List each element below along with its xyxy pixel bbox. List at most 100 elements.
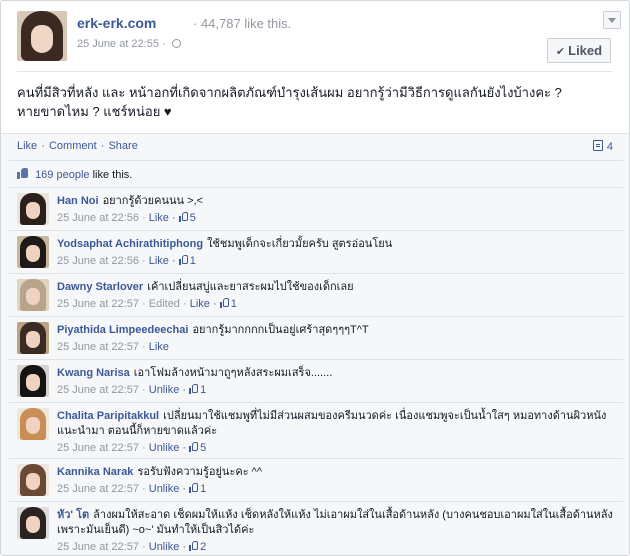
- comment-meta: 25 June at 22:57 · Unlike · 1: [57, 383, 617, 398]
- post-meta: 25 June at 22:55 ·: [77, 38, 181, 50]
- commenter-name-link[interactable]: Kannika Narak: [57, 466, 133, 478]
- comment-like-count[interactable]: · 5: [172, 212, 196, 224]
- comment-item: Yodsaphat Achirathitiphong ใช้ชมพูเด็กจะเ…: [9, 230, 623, 273]
- comment-count-value: 4: [606, 141, 613, 153]
- page-name-link[interactable]: erk-erk.com: [77, 15, 156, 31]
- comment-item: หัว' โต ล้างผมให้สะอาด เช็ดผมให้แห้ง เช็ด…: [9, 501, 623, 555]
- action-separator: ·: [41, 140, 45, 152]
- comment-like-count[interactable]: · 5: [182, 442, 206, 454]
- commenter-name-link[interactable]: Dawny Starlover: [57, 281, 143, 293]
- comment-body: Dawny Starlover เค้าเปลี่ยนสบู่และยาสระผม…: [57, 280, 617, 312]
- commenter-name-link[interactable]: หัว' โต: [57, 509, 89, 521]
- commenter-avatar[interactable]: [17, 408, 49, 440]
- comment-item: Kwang Narisa เอาโฟมล้างหน้ามาถูๆหลังสระผม…: [9, 359, 623, 402]
- comment-meta: 25 June at 22:57 · Unlike · 2: [57, 540, 617, 555]
- commenter-avatar[interactable]: [17, 322, 49, 354]
- comment-like-link[interactable]: Like: [149, 212, 169, 224]
- comment-like-count[interactable]: · 1: [213, 298, 237, 310]
- comment-like-link[interactable]: Unlike: [149, 442, 180, 454]
- comment-body: Yodsaphat Achirathitiphong ใช้ชมพูเด็กจะเ…: [57, 237, 617, 269]
- comment-body: หัว' โต ล้างผมให้สะอาด เช็ดผมให้แห้ง เช็ด…: [57, 508, 617, 555]
- thumbs-up-icon: [189, 541, 199, 551]
- comment-text: อยากรู้ด้วยคนนน >,<: [102, 195, 204, 207]
- comment-text: รอรับฟังความรู้อยู่นะคะ ^^: [137, 466, 262, 478]
- likes-suffix: like this.: [92, 169, 133, 181]
- comment-like-count[interactable]: · 1: [172, 255, 196, 267]
- comment-count[interactable]: 4: [592, 140, 613, 153]
- commenter-name-link[interactable]: Han Noi: [57, 195, 99, 207]
- commenter-avatar[interactable]: [17, 193, 49, 225]
- comment-like-count-value: 1: [200, 483, 207, 495]
- comment-like-count-value: 1: [200, 384, 207, 396]
- comment-timestamp[interactable]: 25 June at 22:57 ·: [57, 442, 146, 454]
- commenter-avatar[interactable]: [17, 507, 49, 539]
- comment-like-link[interactable]: Like: [149, 255, 169, 267]
- comment-meta: 25 June at 22:57 · Like: [57, 340, 617, 355]
- comment-meta: 25 June at 22:57 · Unlike · 5: [57, 441, 617, 456]
- comment-text: ล้างผมให้สะอาด เช็ดผมให้แห้ง เช็ดหลังให้…: [57, 509, 613, 536]
- comment-item: Han Noi อยากรู้ด้วยคนนน >,< 25 June at 22:…: [9, 187, 623, 230]
- comment-timestamp[interactable]: 25 June at 22:57 ·: [57, 483, 146, 495]
- action-bar: Like · Comment · Share 4: [17, 140, 617, 156]
- news-feed-story: erk-erk.com · 44,787 like this. 25 June …: [0, 0, 630, 556]
- comment-like-count-value: 1: [189, 255, 196, 267]
- comment-timestamp[interactable]: 25 June at 22:56 ·: [57, 255, 146, 267]
- comment-timestamp[interactable]: 25 June at 22:57 ·: [57, 341, 146, 353]
- comment-meta: 25 June at 22:56 · Like · 1: [57, 254, 617, 269]
- like-link[interactable]: Like: [17, 140, 37, 152]
- comment-timestamp[interactable]: 25 June at 22:57 ·: [57, 541, 146, 553]
- commenter-avatar[interactable]: [17, 365, 49, 397]
- check-icon: ✔: [555, 46, 566, 58]
- comment-like-link[interactable]: Unlike: [149, 541, 180, 553]
- comment-like-link[interactable]: Like: [149, 341, 169, 353]
- comment-item: Chalita Paripitakkul เปลี่ยนมาใช้แชมพูที่…: [9, 402, 623, 458]
- commenter-name-link[interactable]: Chalita Paripitakkul: [57, 410, 159, 422]
- comment-body: Chalita Paripitakkul เปลี่ยนมาใช้แชมพูที่…: [57, 409, 617, 456]
- story-options-button[interactable]: [603, 11, 621, 29]
- comment-like-count[interactable]: · 1: [182, 384, 206, 396]
- header-divider: [17, 71, 613, 72]
- thumbs-up-icon: [219, 298, 230, 308]
- commenter-avatar[interactable]: [17, 279, 49, 311]
- thumbs-up-icon: [189, 442, 199, 452]
- comment-text: อยากรู้มากกกกเป็นอยู่เศร้าสุดๆๆๆT^T: [192, 324, 369, 336]
- comment-like-link[interactable]: Unlike: [149, 384, 180, 396]
- comment-like-count[interactable]: · 2: [182, 541, 206, 553]
- share-link[interactable]: Share: [108, 140, 137, 152]
- page-avatar[interactable]: [17, 11, 67, 61]
- commenter-avatar[interactable]: [17, 236, 49, 268]
- comment-like-count[interactable]: · 1: [182, 483, 206, 495]
- comment-text: เอาโฟมล้างหน้ามาถูๆหลังสระผมเสร็จ.......: [133, 367, 333, 379]
- post-timestamp[interactable]: 25 June at 22:55 ·: [77, 38, 166, 50]
- comment-meta: 25 June at 22:56 · Like · 5: [57, 211, 617, 226]
- comment-body: Kwang Narisa เอาโฟมล้างหน้ามาถูๆหลังสระผม…: [57, 366, 617, 398]
- comment-like-count-value: 1: [230, 298, 237, 310]
- comment-item: Dawny Starlover เค้าเปลี่ยนสบู่และยาสระผม…: [9, 273, 623, 316]
- liked-label: Liked: [568, 43, 603, 58]
- likers-link[interactable]: 169 people: [35, 169, 89, 181]
- commenter-name-link[interactable]: Piyathida Limpeedeechai: [57, 324, 188, 336]
- liked-button[interactable]: ✔ Liked: [547, 38, 611, 63]
- comment-meta: 25 June at 22:57 · Unlike · 1: [57, 482, 617, 497]
- comment-link[interactable]: Comment: [49, 140, 97, 152]
- comment-timestamp[interactable]: 25 June at 22:56 ·: [57, 212, 146, 224]
- comment-icon: [592, 140, 603, 151]
- commenter-name-link[interactable]: Yodsaphat Achirathitiphong: [57, 238, 203, 250]
- action-separator: ·: [100, 140, 105, 152]
- comment-like-link[interactable]: Like: [190, 298, 210, 310]
- comment-body: Piyathida Limpeedeechai อยากรู้มากกกกเป็น…: [57, 323, 617, 355]
- commenter-avatar[interactable]: [17, 464, 49, 496]
- story-header: erk-erk.com · 44,787 like this. 25 June …: [17, 11, 621, 65]
- comment-timestamp[interactable]: 25 June at 22:57 · Edited ·: [57, 298, 187, 310]
- comment-timestamp[interactable]: 25 June at 22:57 ·: [57, 384, 146, 396]
- comment-like-link[interactable]: Unlike: [149, 483, 180, 495]
- comment-body: Kannika Narak รอรับฟังความรู้อยู่นะคะ ^^ 2…: [57, 465, 617, 497]
- thumbs-up-icon: [189, 483, 199, 493]
- comment-item: Kannika Narak รอรับฟังความรู้อยู่นะคะ ^^ 2…: [9, 458, 623, 501]
- comment-meta: 25 June at 22:57 · Edited · Like · 1: [57, 297, 617, 312]
- comment-like-count-value: 2: [200, 541, 207, 553]
- comment-text: ใช้ชมพูเด็กจะเกี่ยวมั้ยครับ สูตรอ่อนโยน: [207, 238, 393, 250]
- comment-list: Han Noi อยากรู้ด้วยคนนน >,< 25 June at 22:…: [9, 187, 623, 555]
- commenter-name-link[interactable]: Kwang Narisa: [57, 367, 130, 379]
- post-text: คนที่มีสิวที่หลัง และ หน้าอกที่เกิดจากผล…: [17, 85, 562, 119]
